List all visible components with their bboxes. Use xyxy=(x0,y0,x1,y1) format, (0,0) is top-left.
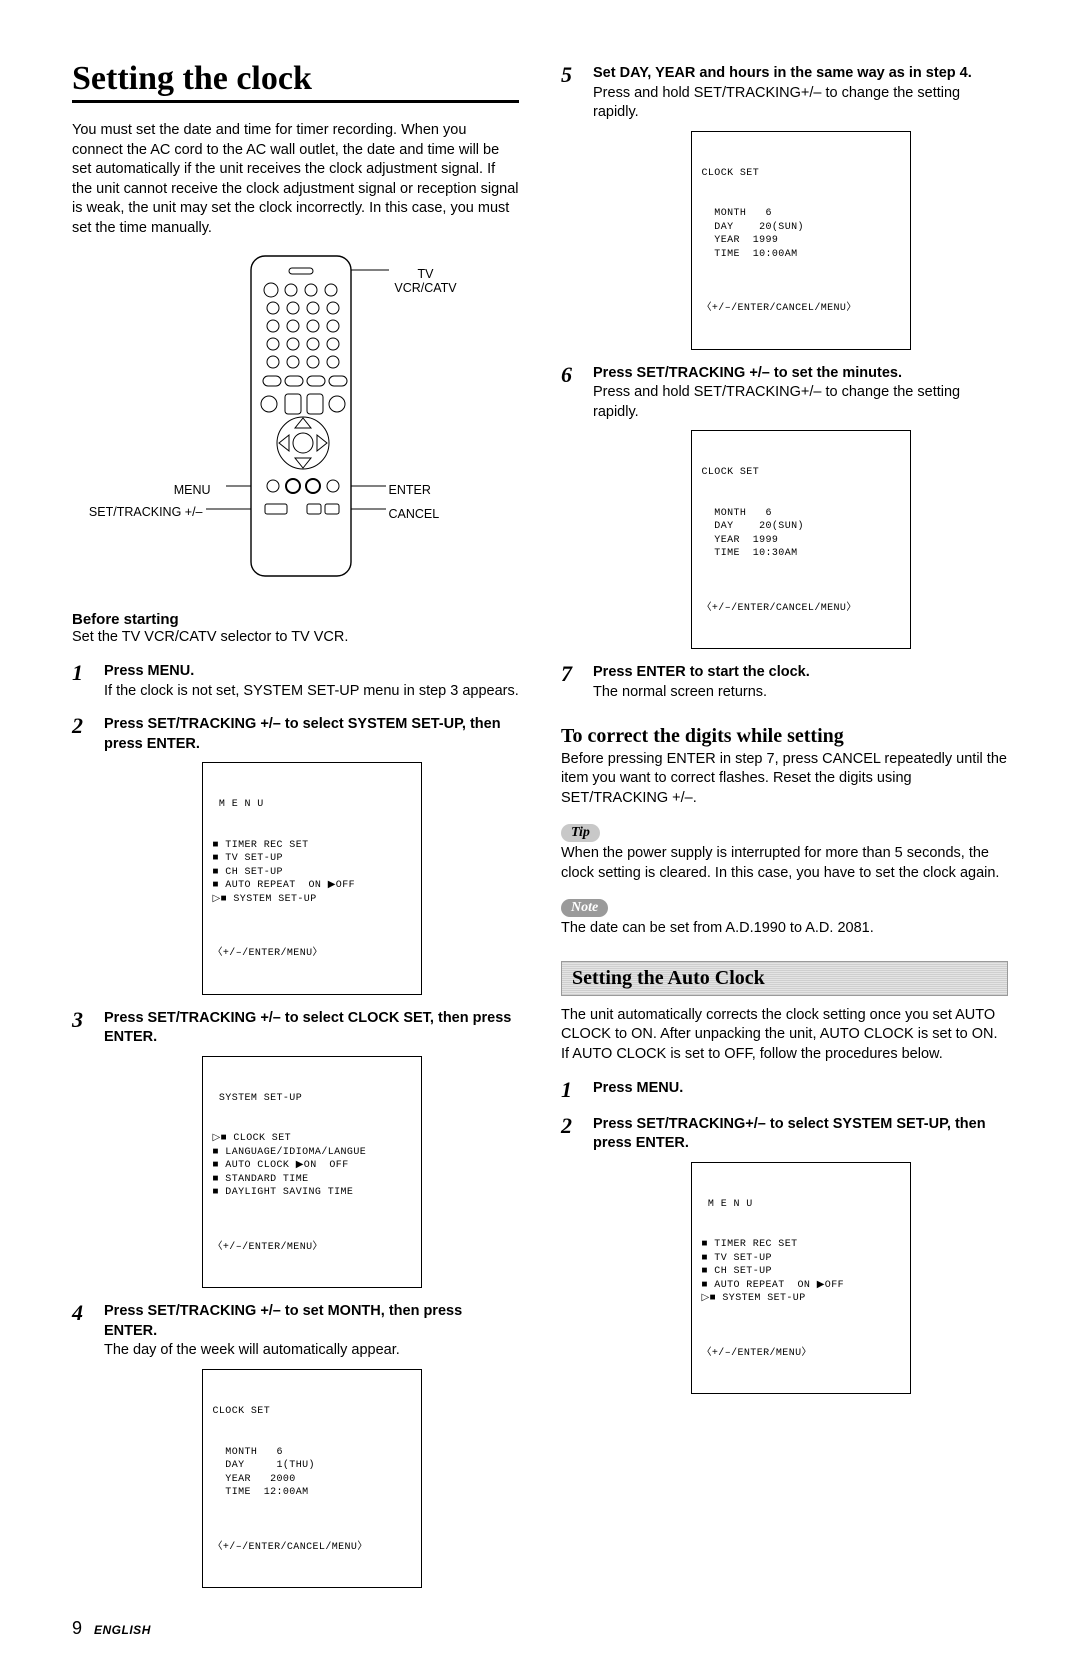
step-7: 7 Press ENTER to start the clock. The no… xyxy=(561,663,1008,702)
osd-head: M E N U xyxy=(213,798,411,812)
step-number: 6 xyxy=(561,364,583,650)
before-starting-text: Set the TV VCR/CATV selector to TV VCR. xyxy=(72,628,519,648)
osd-footer: 〈+/–/ENTER/CANCEL/MENU〉 xyxy=(702,602,900,616)
step-6: 6 Press SET/TRACKING +/– to set the minu… xyxy=(561,364,1008,650)
language-label: ENGLISH xyxy=(94,1623,151,1637)
page-number: 9 xyxy=(72,1618,82,1639)
label-enter: ENTER xyxy=(389,483,431,497)
auto-step-2: 2 Press SET/TRACKING+/– to select SYSTEM… xyxy=(561,1115,1008,1395)
left-column: Setting the clock You must set the date … xyxy=(72,60,519,1639)
osd-footer: 〈+/–/ENTER/MENU〉 xyxy=(213,947,411,961)
tip-body: When the power supply is interrupted for… xyxy=(561,844,1008,883)
step-number: 7 xyxy=(561,663,583,702)
step-title: Press ENTER to start the clock. xyxy=(593,663,1008,683)
step-number: 5 xyxy=(561,64,583,350)
osd-footer: 〈+/–/ENTER/CANCEL/MENU〉 xyxy=(213,1541,411,1555)
step-title: Press SET/TRACKING +/– to select SYSTEM … xyxy=(104,715,519,754)
page-title: Setting the clock xyxy=(72,60,519,103)
osd-lines: MONTH 6 DAY 1(THU) YEAR 2000 TIME 12:00A… xyxy=(213,1446,411,1500)
osd-menu-auto: M E N U ■ TIMER REC SET ■ TV SET-UP ■ CH… xyxy=(691,1162,911,1395)
step-body: Press and hold SET/TRACKING+/– to change… xyxy=(593,383,1008,422)
right-column: 5 Set DAY, YEAR and hours in the same wa… xyxy=(561,60,1008,1639)
before-starting-heading: Before starting xyxy=(72,611,519,628)
auto-clock-heading: Setting the Auto Clock xyxy=(561,961,1008,996)
osd-lines: ▷■ CLOCK SET ■ LANGUAGE/IDIOMA/LANGUE ■ … xyxy=(213,1132,411,1200)
step-title: Press MENU. xyxy=(104,662,519,682)
auto-clock-body: The unit automatically corrects the cloc… xyxy=(561,1006,1008,1065)
step-number: 4 xyxy=(72,1302,94,1588)
step-number: 1 xyxy=(72,662,94,701)
tip-badge: Tip xyxy=(561,824,600,842)
osd-head: CLOCK SET xyxy=(702,167,900,181)
step-3: 3 Press SET/TRACKING +/– to select CLOCK… xyxy=(72,1009,519,1289)
osd-head: M E N U xyxy=(702,1198,900,1212)
osd-lines: MONTH 6 DAY 20(SUN) YEAR 1999 TIME 10:00… xyxy=(702,207,900,261)
label-tvvcr: TV VCR/CATV xyxy=(391,267,461,295)
step-title: Press SET/TRACKING +/– to set the minute… xyxy=(593,364,1008,384)
remote-diagram: TV VCR/CATV MENU SET/TRACKING +/– ENTER … xyxy=(72,248,519,593)
osd-lines: MONTH 6 DAY 20(SUN) YEAR 1999 TIME 10:30… xyxy=(702,507,900,561)
step-title: Press SET/TRACKING +/– to select CLOCK S… xyxy=(104,1009,519,1048)
step-title: Press SET/TRACKING +/– to set MONTH, the… xyxy=(104,1302,519,1341)
step-5: 5 Set DAY, YEAR and hours in the same wa… xyxy=(561,64,1008,350)
osd-head: CLOCK SET xyxy=(213,1405,411,1419)
step-number: 3 xyxy=(72,1009,94,1289)
auto-step-1: 1 Press MENU. xyxy=(561,1079,1008,1101)
intro-paragraph: You must set the date and time for timer… xyxy=(72,121,519,238)
step-title: Press SET/TRACKING+/– to select SYSTEM S… xyxy=(593,1115,1008,1154)
osd-head: CLOCK SET xyxy=(702,466,900,480)
osd-lines: ■ TIMER REC SET ■ TV SET-UP ■ CH SET-UP … xyxy=(213,839,411,907)
osd-system-setup: SYSTEM SET-UP ▷■ CLOCK SET ■ LANGUAGE/ID… xyxy=(202,1056,422,1289)
label-cancel: CANCEL xyxy=(389,507,440,521)
note-body: The date can be set from A.D.1990 to A.D… xyxy=(561,919,1008,939)
step-body: Press and hold SET/TRACKING+/– to change… xyxy=(593,84,1008,123)
osd-clock-set-step6: CLOCK SET MONTH 6 DAY 20(SUN) YEAR 1999 … xyxy=(691,430,911,649)
step-4: 4 Press SET/TRACKING +/– to set MONTH, t… xyxy=(72,1302,519,1588)
step-title: Press MENU. xyxy=(593,1079,1008,1099)
step-number: 1 xyxy=(561,1079,583,1101)
osd-footer: 〈+/–/ENTER/CANCEL/MENU〉 xyxy=(702,302,900,316)
step-number: 2 xyxy=(72,715,94,995)
osd-footer: 〈+/–/ENTER/MENU〉 xyxy=(702,1347,900,1361)
step-body: The day of the week will automatically a… xyxy=(104,1341,519,1361)
correct-digits-heading: To correct the digits while setting xyxy=(561,725,1008,748)
correct-digits-body: Before pressing ENTER in step 7, press C… xyxy=(561,750,1008,809)
osd-head: SYSTEM SET-UP xyxy=(213,1092,411,1106)
osd-clock-set-step4: CLOCK SET MONTH 6 DAY 1(THU) YEAR 2000 T… xyxy=(202,1369,422,1588)
step-1: 1 Press MENU. If the clock is not set, S… xyxy=(72,662,519,701)
osd-menu: M E N U ■ TIMER REC SET ■ TV SET-UP ■ CH… xyxy=(202,762,422,995)
step-body: The normal screen returns. xyxy=(593,683,1008,703)
label-settracking: SET/TRACKING +/– xyxy=(89,505,203,519)
label-menu: MENU xyxy=(174,483,211,497)
step-title: Set DAY, YEAR and hours in the same way … xyxy=(593,64,1008,84)
osd-lines: ■ TIMER REC SET ■ TV SET-UP ■ CH SET-UP … xyxy=(702,1238,900,1306)
note-badge: Note xyxy=(561,899,608,917)
step-number: 2 xyxy=(561,1115,583,1395)
step-2: 2 Press SET/TRACKING +/– to select SYSTE… xyxy=(72,715,519,995)
step-body: If the clock is not set, SYSTEM SET-UP m… xyxy=(104,682,519,702)
osd-footer: 〈+/–/ENTER/MENU〉 xyxy=(213,1241,411,1255)
osd-clock-set-step5: CLOCK SET MONTH 6 DAY 20(SUN) YEAR 1999 … xyxy=(691,131,911,350)
